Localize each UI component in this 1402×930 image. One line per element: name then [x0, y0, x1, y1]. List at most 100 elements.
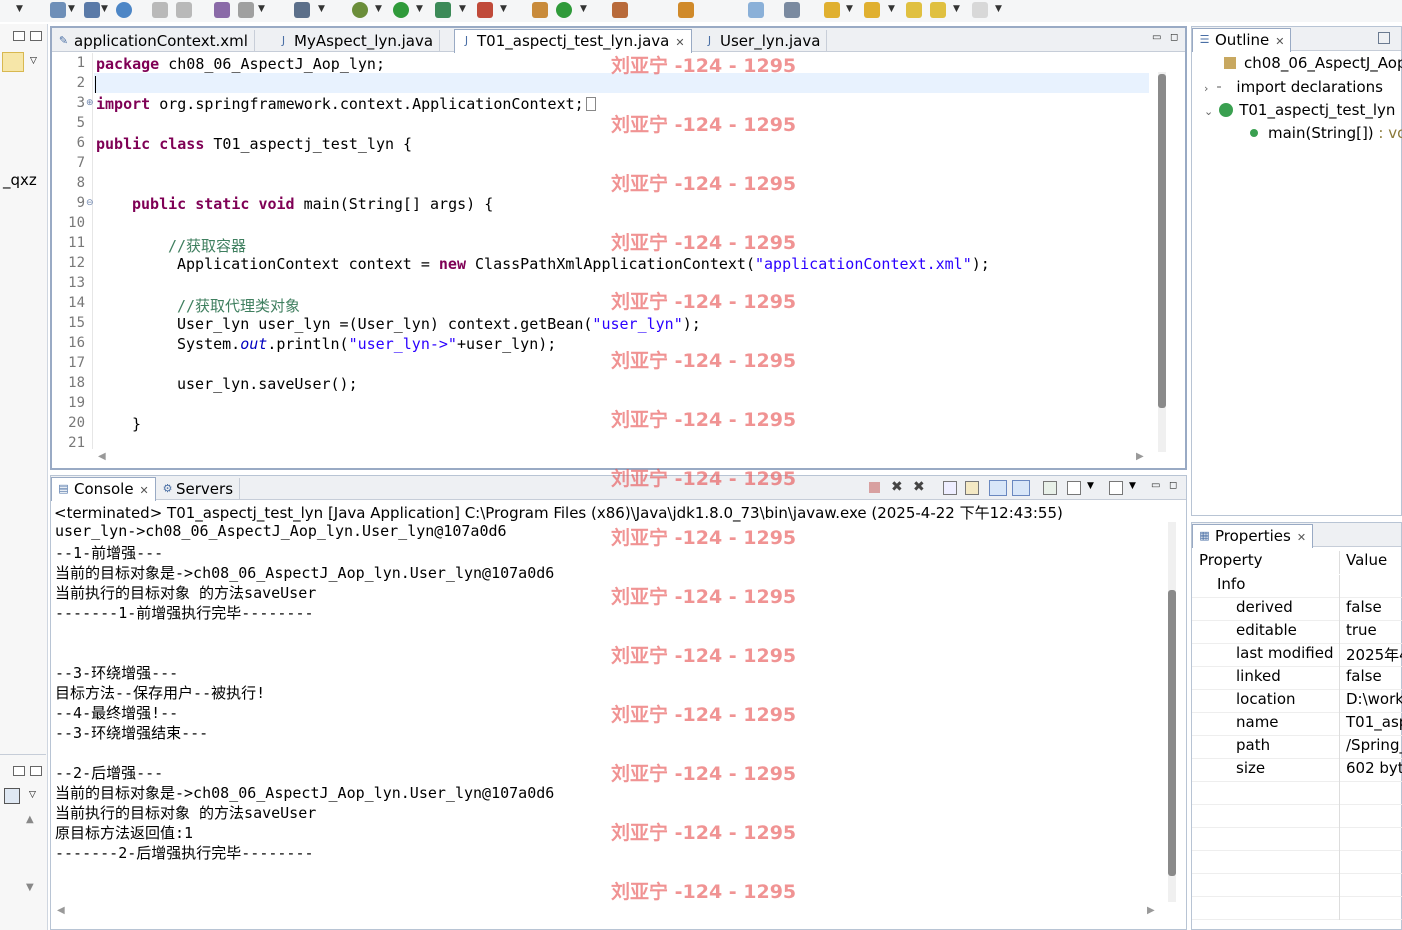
terminate-icon[interactable] [869, 482, 880, 493]
close-icon[interactable]: ✕ [1275, 35, 1284, 48]
table-row[interactable]: name T01_asp [1192, 713, 1402, 736]
dropdown-arrow-icon[interactable]: ▼ [953, 4, 960, 14]
outline-item-package[interactable]: ch08_06_AspectJ_Aop [1224, 54, 1402, 72]
table-row[interactable]: derived false [1192, 598, 1402, 621]
tab-console[interactable]: ▤ Console ✕ [51, 477, 156, 501]
dropdown-arrow-icon[interactable]: ▼ [500, 4, 507, 14]
outline-item-imports[interactable]: › ⁼ import declarations [1204, 78, 1383, 96]
collapse-all-icon[interactable] [1378, 32, 1390, 44]
dropdown-arrow-icon[interactable]: ▼ [318, 4, 325, 14]
scroll-thumb[interactable] [1158, 74, 1166, 408]
dropdown-arrow-icon[interactable]: ▼ [888, 4, 895, 14]
code-area[interactable]: package ch08_06_AspectJ_Aop_lyn; import … [52, 53, 1152, 449]
scroll-left-icon[interactable]: ◀ [57, 905, 65, 916]
tab-myaspect-lyn[interactable]: J MyAspect_lyn.java [272, 30, 441, 52]
mark-occurrences-icon[interactable] [748, 2, 764, 18]
close-icon[interactable]: ✕ [140, 484, 149, 497]
view-menu-icon[interactable]: ▽ [29, 790, 36, 800]
maximize-icon[interactable]: ◻ [1170, 32, 1178, 43]
globe-icon[interactable] [116, 2, 132, 18]
word-wrap-icon[interactable] [989, 480, 1007, 496]
editor-vertical-scrollbar[interactable] [1158, 72, 1166, 452]
close-icon[interactable]: ✕ [675, 36, 684, 49]
chevron-right-icon[interactable]: › [1204, 82, 1208, 95]
minimize-icon[interactable]: ▭ [1151, 480, 1160, 491]
new-java-project-icon[interactable] [532, 2, 548, 18]
debug-icon[interactable] [352, 2, 368, 18]
coverage-icon[interactable] [435, 2, 451, 18]
maximize-icon[interactable]: ◻ [1169, 480, 1177, 491]
previous-annotation-icon[interactable] [864, 2, 880, 18]
history-icon[interactable] [176, 2, 192, 18]
tab-properties[interactable]: ▦ Properties ✕ [1192, 524, 1314, 548]
settings-icon[interactable] [238, 2, 254, 18]
show-whitespace-icon[interactable] [784, 2, 800, 18]
table-row[interactable]: path/Spring_ [1192, 736, 1402, 759]
dropdown-arrow-icon[interactable]: ▼ [68, 4, 75, 14]
outline-item-class[interactable]: ⌄ T01_aspectj_test_lyn [1204, 101, 1395, 119]
clear-console-icon[interactable] [943, 481, 957, 495]
scroll-lock-icon[interactable] [965, 481, 979, 495]
build-icon[interactable] [214, 2, 230, 18]
display-console-icon[interactable] [1067, 481, 1081, 495]
dropdown-arrow-icon[interactable]: ▼ [16, 4, 23, 14]
scroll-left-icon[interactable]: ◀ [98, 451, 106, 462]
dropdown-arrow-icon[interactable]: ▼ [580, 4, 587, 14]
dropdown-arrow-icon[interactable]: ▼ [459, 4, 466, 14]
table-row[interactable]: linked false [1192, 667, 1402, 690]
dropdown-arrow-icon[interactable]: ▼ [1087, 481, 1094, 491]
table-row[interactable]: editable true [1192, 621, 1402, 644]
table-row[interactable]: location D:\work [1192, 690, 1402, 713]
scroll-right-icon[interactable]: ▶ [1136, 451, 1144, 462]
remove-all-terminated-icon[interactable]: ✖ [913, 479, 925, 495]
minimize-icon[interactable]: ▭ [1152, 32, 1161, 43]
tab-t01-aspectj-test-lyn[interactable]: J T01_aspectj_test_lyn.java ✕ [454, 29, 692, 53]
pin-console-icon[interactable] [1043, 481, 1057, 495]
table-row[interactable]: last modified 2025年4 [1192, 644, 1402, 667]
scroll-right-icon[interactable]: ▶ [1147, 905, 1155, 916]
show-console-on-output-icon[interactable] [1012, 480, 1030, 496]
view-menu-icon[interactable]: ▽ [30, 56, 37, 66]
editor-horizontal-scrollbar[interactable]: ◀ ▶ [96, 450, 1152, 466]
terminal-icon[interactable] [294, 2, 310, 18]
dropdown-arrow-icon[interactable]: ▼ [375, 4, 382, 14]
scroll-up-icon[interactable]: ▲ [26, 814, 34, 825]
last-edit-icon[interactable] [906, 2, 922, 18]
dropdown-arrow-icon[interactable]: ▼ [995, 4, 1002, 14]
new-class-icon[interactable] [556, 2, 572, 18]
tab-user-lyn[interactable]: J User_lyn.java [698, 30, 828, 52]
link-editor-icon[interactable] [2, 52, 24, 72]
open-type-icon[interactable] [612, 2, 628, 18]
console-output[interactable]: user_lyn->ch08_06_AspectJ_Aop_lyn.User_l… [51, 522, 1166, 902]
minimize-icon[interactable] [13, 31, 25, 41]
property-group[interactable]: Info [1192, 575, 1402, 598]
remove-launch-icon[interactable]: ✖ [891, 479, 903, 495]
console-horizontal-scrollbar[interactable]: ◀ ▶ [55, 904, 1165, 920]
tab-outline[interactable]: ☰ Outline ✕ [1192, 28, 1292, 52]
dropdown-arrow-icon[interactable]: ▼ [416, 4, 423, 14]
scroll-thumb[interactable] [1168, 590, 1176, 876]
open-task-icon[interactable] [678, 2, 694, 18]
save-icon[interactable] [84, 2, 100, 18]
dropdown-arrow-icon[interactable]: ▼ [258, 4, 265, 14]
dropdown-arrow-icon[interactable]: ▼ [101, 4, 108, 14]
external-tools-icon[interactable] [477, 2, 493, 18]
back-icon[interactable] [930, 2, 946, 18]
print-icon[interactable] [152, 2, 168, 18]
tab-servers[interactable]: ⚙ Servers [156, 478, 241, 500]
console-vertical-scrollbar[interactable] [1168, 522, 1176, 902]
next-annotation-icon[interactable] [824, 2, 840, 18]
open-console-icon[interactable] [1109, 481, 1123, 495]
dropdown-arrow-icon[interactable]: ▼ [1129, 481, 1136, 491]
dropdown-arrow-icon[interactable]: ▼ [846, 4, 853, 14]
minimize-icon[interactable] [13, 766, 25, 776]
outline-item-method[interactable]: main(String[]) : vo [1250, 124, 1402, 142]
table-row[interactable]: size 602 byt [1192, 759, 1402, 782]
maximize-icon[interactable] [30, 31, 42, 41]
chevron-down-icon[interactable]: ⌄ [1204, 105, 1213, 118]
close-icon[interactable]: ✕ [1297, 531, 1306, 544]
new-icon[interactable] [50, 2, 66, 18]
hierarchy-icon[interactable] [4, 788, 20, 804]
forward-icon[interactable] [972, 2, 988, 18]
maximize-icon[interactable] [30, 766, 42, 776]
